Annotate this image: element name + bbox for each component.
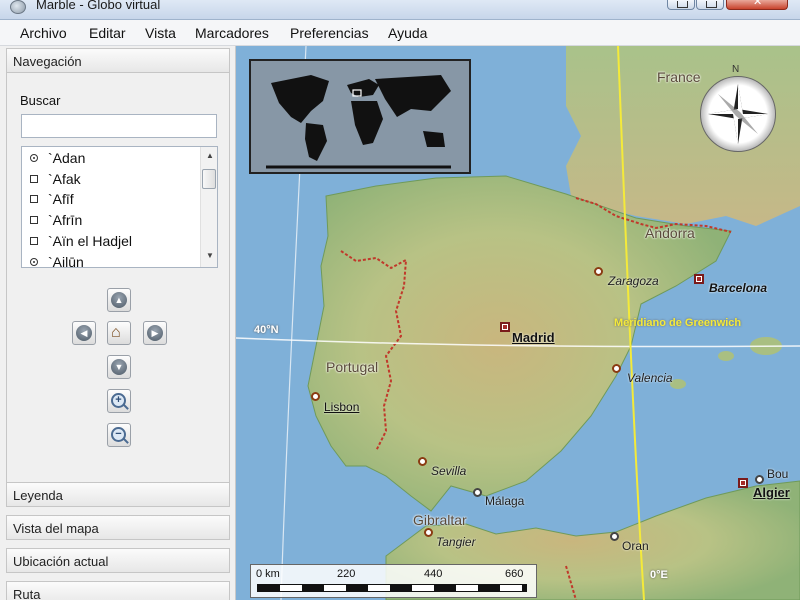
maximize-button[interactable] <box>696 0 724 10</box>
bou-marker-icon[interactable] <box>755 475 764 484</box>
city-label-sevilla: Sevilla <box>431 464 467 478</box>
map-view-header[interactable]: Vista del mapa <box>6 515 230 540</box>
map-view[interactable]: N France Andorra Portugal Gibraltar Zara… <box>236 46 800 600</box>
scale-label-440: 440 <box>424 568 443 580</box>
down-arrow-icon: ▼ <box>111 359 127 375</box>
country-label-france: France <box>657 69 701 85</box>
city-label-valencia: Valencia <box>627 371 673 385</box>
menu-bar: Archivo Editar Vista Marcadores Preferen… <box>0 20 800 46</box>
zoom-out-icon: − <box>111 427 126 442</box>
current-location-header[interactable]: Ubicación actual <box>6 548 230 573</box>
city-marker-icon <box>30 154 38 162</box>
zoom-in-icon: + <box>111 393 126 408</box>
places-list[interactable]: `Adan `Afak `Afīf `Afrīn `Aïn el Hadjel … <box>21 146 218 268</box>
menu-preferencias[interactable]: Preferencias <box>290 25 369 41</box>
globe-icon <box>10 0 26 14</box>
scale-bar: 0 km 220 440 660 <box>250 564 537 598</box>
scale-ruler <box>257 584 527 592</box>
menu-editar[interactable]: Editar <box>89 25 126 41</box>
town-marker-icon <box>30 175 38 183</box>
search-input[interactable] <box>21 114 217 138</box>
menu-marcadores[interactable]: Marcadores <box>195 25 269 41</box>
left-arrow-icon: ◀ <box>76 325 92 341</box>
madrid-marker-icon[interactable] <box>500 322 510 332</box>
menu-archivo[interactable]: Archivo <box>20 25 67 41</box>
go-home-button[interactable]: ⌂ <box>107 321 131 345</box>
oran-marker-icon[interactable] <box>610 532 619 541</box>
latitude-label: 40°N <box>254 324 279 336</box>
lisbon-marker-icon[interactable] <box>311 392 320 401</box>
overview-world-map[interactable] <box>249 59 471 174</box>
meridian-degree-label: 0°E <box>650 569 668 581</box>
up-arrow-icon: ▲ <box>111 292 127 308</box>
zoom-in-button[interactable]: + <box>107 389 131 413</box>
scale-label-660: 660 <box>505 568 524 580</box>
country-label-gibraltar: Gibraltar <box>413 512 467 528</box>
move-left-button[interactable]: ◀ <box>72 321 96 345</box>
list-item[interactable]: `Afrīn <box>22 211 202 231</box>
sevilla-marker-icon[interactable] <box>418 457 427 466</box>
town-marker-icon <box>30 216 38 224</box>
city-label-bou: Bou <box>767 467 789 481</box>
menu-ayuda[interactable]: Ayuda <box>388 25 427 41</box>
left-panel: Navegación Buscar `Adan `Afak `Afīf `Afr… <box>0 46 236 600</box>
country-label-portugal: Portugal <box>326 359 379 375</box>
list-item[interactable]: `Afīf <box>22 190 202 210</box>
list-item[interactable]: `Aïn el Hadjel <box>22 232 202 252</box>
compass-north-label: N <box>732 64 740 75</box>
move-down-button[interactable]: ▼ <box>107 355 131 379</box>
compass-rose-icon <box>708 84 768 144</box>
legend-header[interactable]: Leyenda <box>6 482 230 507</box>
city-label-barcelona: Barcelona <box>709 281 768 295</box>
city-label-tangier: Tangier <box>436 535 476 549</box>
navigation-header[interactable]: Navegación <box>6 48 230 73</box>
route-header[interactable]: Ruta <box>6 581 230 600</box>
city-label-oran: Oran <box>622 539 649 553</box>
city-marker-icon <box>30 258 38 266</box>
minimize-button[interactable] <box>667 0 695 10</box>
algiers-marker-icon[interactable] <box>738 478 748 488</box>
right-arrow-icon: ▶ <box>147 325 163 341</box>
valencia-marker-icon[interactable] <box>612 364 621 373</box>
city-label-malaga: Málaga <box>485 494 525 508</box>
scale-label-0: 0 km <box>256 568 280 580</box>
zoom-out-button[interactable]: − <box>107 423 131 447</box>
tangier-marker-icon[interactable] <box>424 528 433 537</box>
move-right-button[interactable]: ▶ <box>143 321 167 345</box>
scroll-thumb[interactable] <box>202 169 216 189</box>
scale-label-220: 220 <box>337 568 356 580</box>
move-up-button[interactable]: ▲ <box>107 288 131 312</box>
compass: N <box>698 64 778 156</box>
town-marker-icon <box>30 237 38 245</box>
city-label-madrid: Madrid <box>512 330 555 345</box>
menu-vista[interactable]: Vista <box>145 25 176 41</box>
scroll-up-icon[interactable]: ▲ <box>206 151 214 160</box>
meridian-label: Meridiano de Greenwich <box>614 317 742 329</box>
list-scrollbar[interactable]: ▲ ▼ <box>200 147 217 267</box>
list-item[interactable]: `Ailūn <box>22 253 202 267</box>
search-label: Buscar <box>20 93 61 108</box>
city-label-zaragoza: Zaragoza <box>608 274 659 288</box>
list-item[interactable]: `Adan <box>22 149 202 169</box>
close-button[interactable] <box>726 0 788 10</box>
zaragoza-marker-icon[interactable] <box>594 267 603 276</box>
town-marker-icon <box>30 195 38 203</box>
city-label-algiers: Algier <box>753 485 790 500</box>
malaga-marker-icon[interactable] <box>473 488 482 497</box>
list-item[interactable]: `Afak <box>22 170 202 190</box>
city-label-lisbon: Lisbon <box>324 400 360 414</box>
home-icon: ⌂ <box>111 324 121 341</box>
country-label-andorra: Andorra <box>645 225 695 241</box>
title-bar: Marble - Globo virtual <box>0 0 800 20</box>
scroll-down-icon[interactable]: ▼ <box>206 251 214 260</box>
window-title: Marble - Globo virtual <box>36 0 161 12</box>
barcelona-marker-icon[interactable] <box>694 274 704 284</box>
world-map-icon <box>251 61 469 172</box>
